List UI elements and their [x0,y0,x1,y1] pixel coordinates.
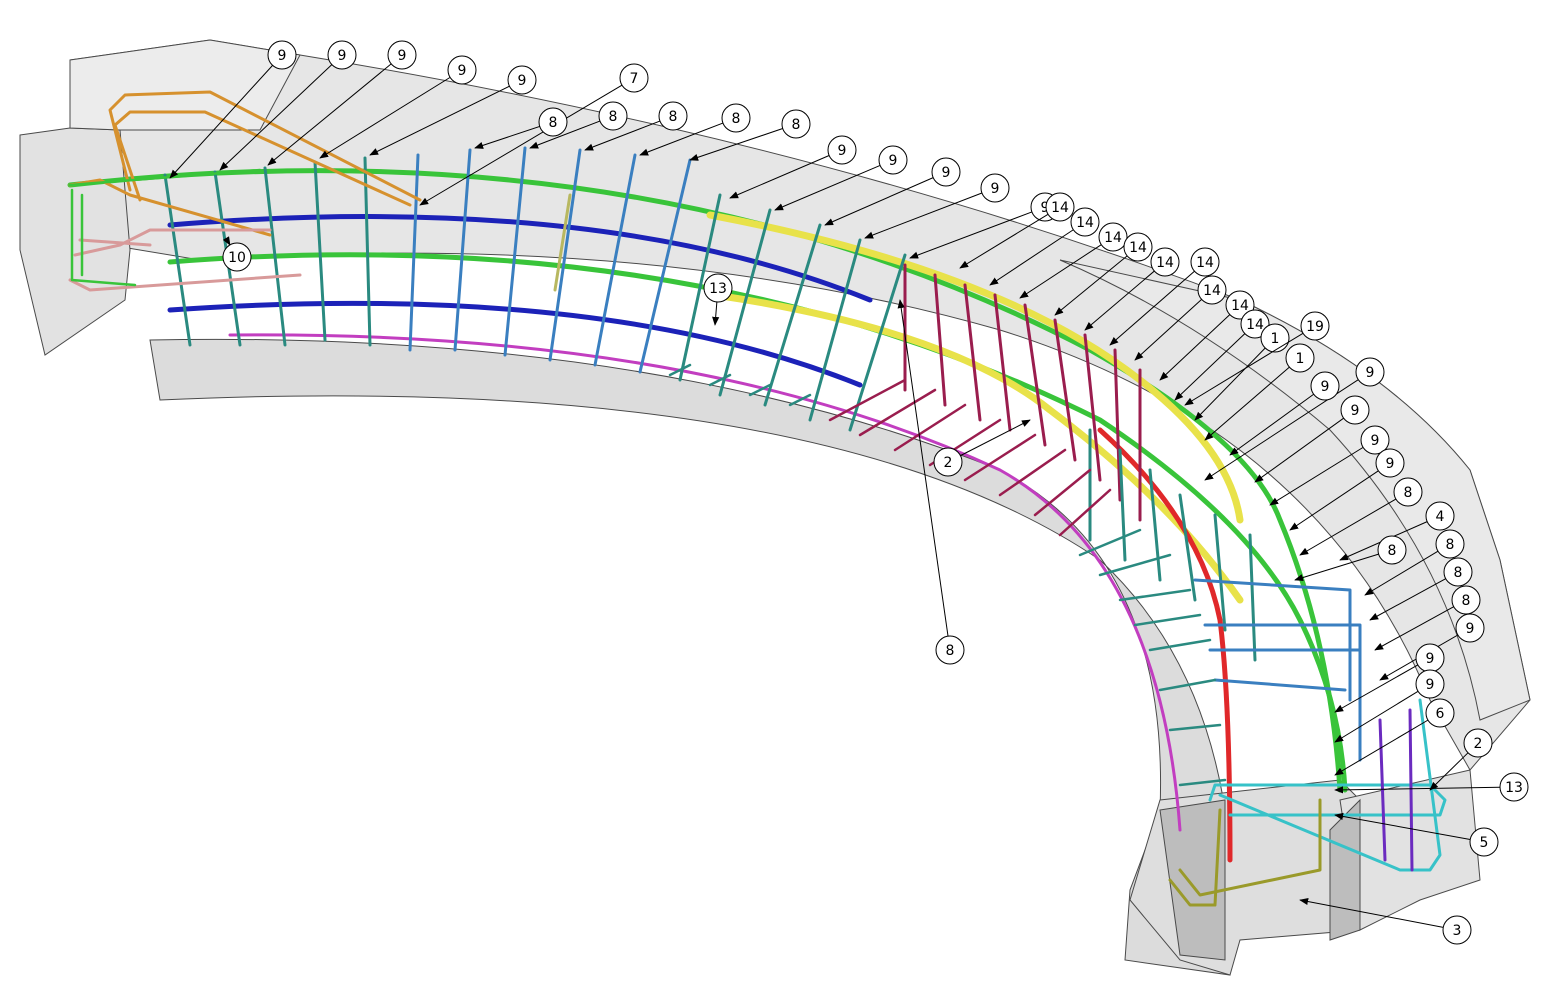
callout-label: 14 [1196,255,1214,271]
callout-label: 14 [1156,255,1174,271]
callout-label: 13 [709,281,727,297]
callout-label: 14 [1076,215,1094,231]
callout-label: 9 [518,73,527,89]
callout-label: 8 [609,109,618,125]
callout-label: 8 [1446,537,1455,553]
callout-label: 14 [1129,240,1147,256]
callout-label: 9 [1351,403,1360,419]
leader-line [712,301,720,326]
callout-label: 8 [1462,593,1471,609]
callout-label: 8 [792,117,801,133]
callout-label: 1 [1296,351,1305,367]
callout-label: 9 [838,143,847,159]
callout-label: 19 [1306,319,1324,335]
callout-label: 2 [944,455,953,471]
callout-label: 9 [398,48,407,64]
callout-label: 9 [1466,621,1475,637]
left-end-top [69,39,301,131]
concrete-body [19,39,1531,976]
callout-label: 3 [1453,923,1462,939]
callout-label: 9 [991,181,1000,197]
callout-label: 9 [942,165,951,181]
callout-label: 14 [1051,200,1069,216]
callout-label: 9 [338,48,347,64]
callout-label: 1 [1271,331,1280,347]
callout-label: 9 [1386,456,1395,472]
callout-label: 9 [1366,365,1375,381]
callout-label: 9 [1426,651,1435,667]
callout-label: 5 [1480,835,1489,851]
callout-label: 14 [1231,298,1249,314]
callout-label: 8 [1388,543,1397,559]
callout-label: 13 [1505,780,1523,796]
callout-42: 6 [1334,698,1455,776]
callout-label: 9 [1426,677,1435,693]
callout-label: 8 [1404,485,1413,501]
callout-label: 8 [549,115,558,131]
callout-label: 9 [889,153,898,169]
rebar-assembly-drawing: 9 9 999 78 8 8 8 899999 1414141414 14141414119199… [19,39,1531,976]
callout-label: 9 [1371,433,1380,449]
callout-label: 14 [1104,230,1122,246]
leader-line [1334,664,1419,713]
callout-label: 10 [228,250,246,266]
callout-label: 9 [458,63,467,79]
inline-label-0: 10 [222,236,252,272]
callout-label: 2 [1474,736,1483,752]
callout-label: 8 [669,109,678,125]
callout-label: 7 [630,71,639,87]
callout-label: 8 [946,643,955,659]
callout-label: 14 [1203,283,1221,299]
leader-line [1334,690,1419,743]
callout-label: 9 [1321,379,1330,395]
callout-label: 4 [1436,509,1445,525]
callout-label: 9 [278,48,287,64]
callout-label: 8 [732,111,741,127]
callout-label: 6 [1436,706,1445,722]
callout-label: 8 [1454,565,1463,581]
callout-label: 14 [1246,317,1264,333]
